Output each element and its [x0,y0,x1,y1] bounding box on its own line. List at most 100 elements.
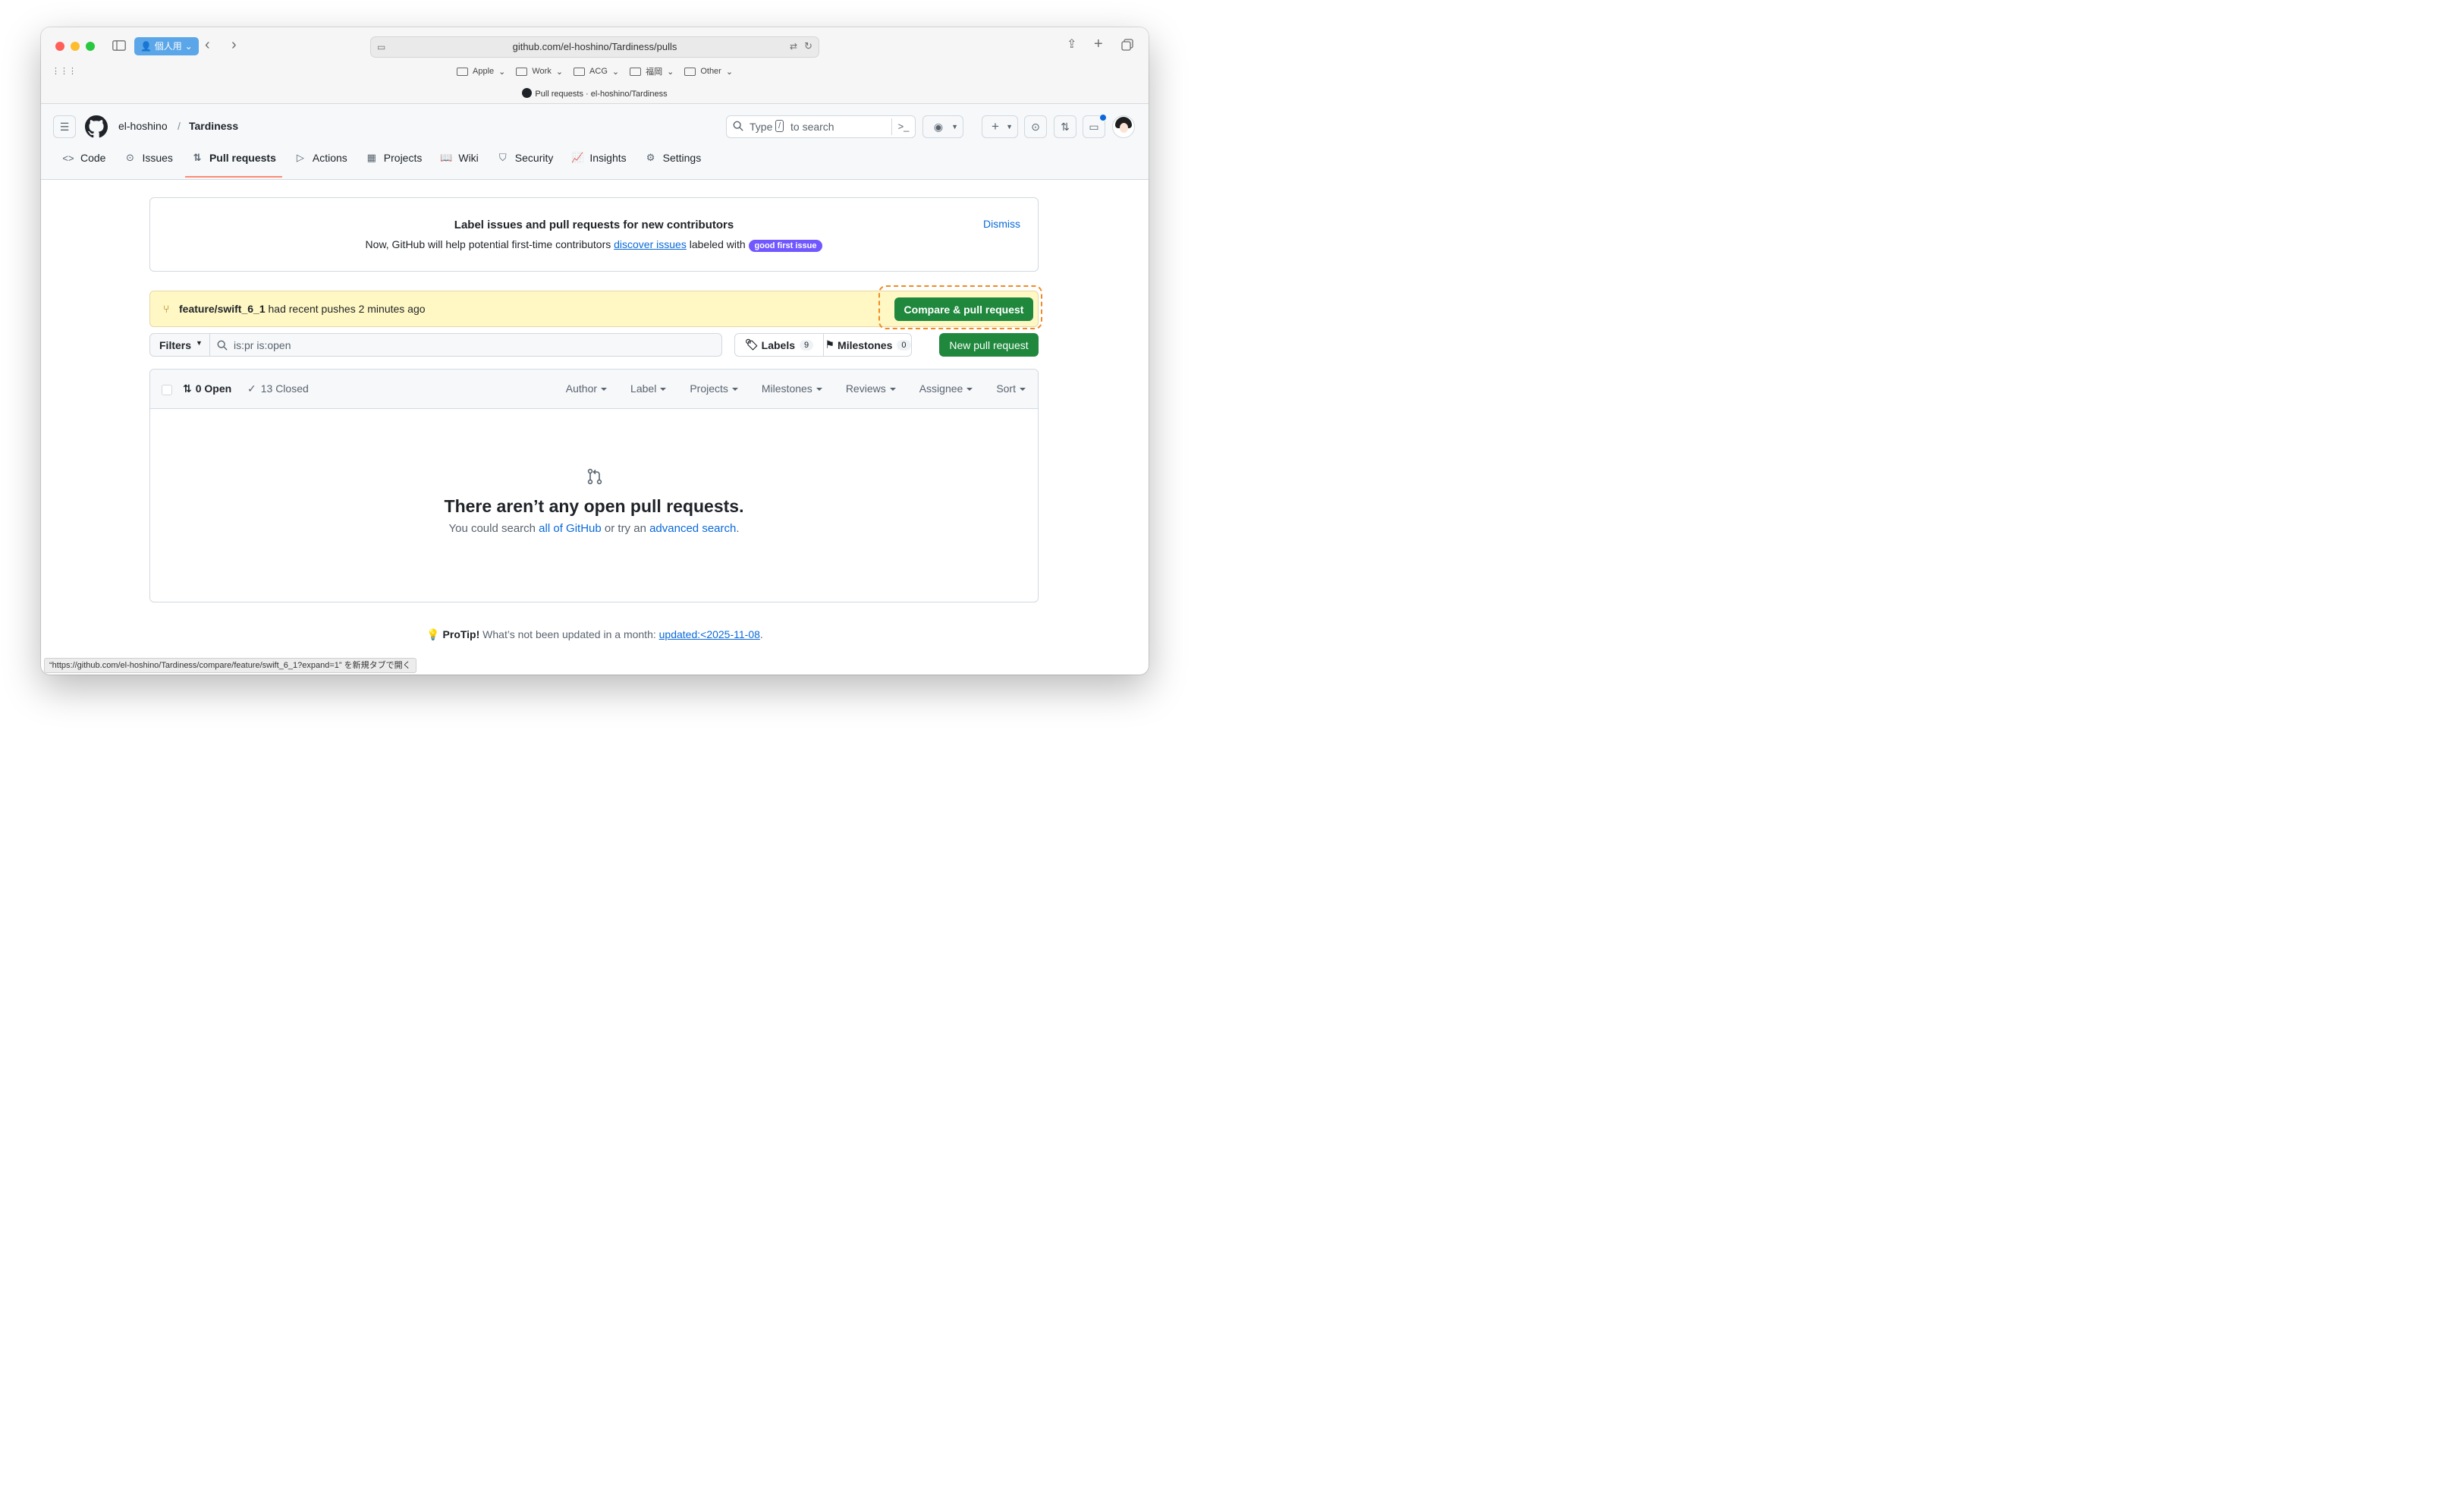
label-menu[interactable]: Label [630,382,666,395]
labels-milestones-group: 🏷 Labels 9 ⚑ Milestones 0 [734,333,912,357]
filter-query: is:pr is:open [234,339,291,351]
empty-state-title: There aren’t any open pull requests. [444,496,744,516]
bookmark-other[interactable]: Other ⌄ [684,65,733,77]
profile-pill[interactable]: 👤 個人用 ⌄ [134,37,199,55]
url-text: github.com/el-hoshino/Tardiness/pulls [512,41,677,52]
issue-icon: ⊙ [126,152,134,163]
closed-filter-link[interactable]: ✓ 13 Closed [247,382,309,395]
inbox-button[interactable]: ▭ [1083,114,1107,138]
milestones-menu[interactable]: Milestones [762,382,822,395]
milestones-button[interactable]: ⚑ Milestones 0 [824,334,912,356]
pull-requests-button[interactable]: ⇅ [1054,115,1076,138]
discover-issues-link[interactable]: discover issues [614,238,687,250]
tab-issues[interactable]: ⊙ Issues [118,148,178,168]
unread-indicator [1099,114,1107,121]
bookmark-fukuoka[interactable]: 福岡 ⌄ [630,65,674,77]
search-placeholder-type: Type [750,121,773,133]
repo-nav: <> Code ⊙ Issues ⇅ Pull requests ▷ Actions ▦… [56,148,713,178]
projects-menu[interactable]: Projects [690,382,738,395]
facet-menus: Author Label Projects Milestones Reviews… [566,382,1026,395]
reload-icon[interactable]: ↻ [804,40,812,52]
branch-name[interactable]: feature/swift_6_1 [179,303,266,315]
tab-pull-requests[interactable]: ⇅ Pull requests [184,148,282,178]
chevron-down-icon: ⌄ [184,41,193,52]
copilot-icon: ◉ [933,120,944,133]
person-icon: 👤 [140,41,152,52]
protip: 💡 ProTip! What’s not been updated in a m… [426,628,763,640]
dismiss-button[interactable]: Dismiss [983,218,1020,230]
folder-icon [574,67,586,76]
repo-link[interactable]: Tardiness [189,120,238,132]
translate-icon[interactable]: ⇄ [790,40,797,52]
address-bar[interactable]: ▭ github.com/el-hoshino/Tardiness/pulls … [370,36,819,58]
filters-button[interactable]: Filters ▼ [149,333,210,357]
share-icon[interactable]: ⇪ [1067,39,1076,51]
tab-actions[interactable]: ▷ Actions [288,148,354,168]
sort-menu[interactable]: Sort [996,382,1026,395]
tab-insights[interactable]: 📈 Insights [565,148,632,168]
tab-overview-icon[interactable] [1121,39,1133,54]
search-icon [733,121,743,134]
profile-label: 個人用 [154,41,182,52]
issue-opened-icon: ⊙ [1031,120,1040,133]
copilot-button[interactable]: ◉ ▼ [922,115,963,138]
open-filter-link[interactable]: ⇅ 0 Open [183,382,231,395]
book-icon: 📖 [440,152,453,163]
tab-projects[interactable]: ▦ Projects [360,148,429,168]
tab-wiki[interactable]: 📖 Wiki [434,148,484,168]
tab-settings[interactable]: ⚙ Settings [639,148,708,168]
create-new-button[interactable]: + ▼ [982,115,1018,138]
highlight-annotation [878,285,1042,329]
menu-button[interactable]: ☰ [53,115,76,138]
bookmark-acg[interactable]: ACG ⌄ [574,65,619,77]
github-header: ☰ el-hoshino / Tardiness Type / to searc… [41,104,1149,180]
sidebar-toggle-icon[interactable] [112,40,126,54]
empty-state-description: You could search all of GitHub or try an… [448,522,740,535]
git-pull-request-icon: ⇅ [183,382,192,395]
advanced-search-link[interactable]: advanced search [649,522,736,535]
folder-icon [630,67,642,76]
updated-query-link[interactable]: updated:<2025-11-08 [659,628,760,640]
zoom-window-button[interactable] [86,42,95,51]
bookmark-apple[interactable]: Apple ⌄ [457,65,505,77]
avatar-face [1120,123,1128,133]
chevron-down-icon: ⌄ [498,67,506,77]
back-icon[interactable]: ‹ [205,37,210,52]
all-of-github-link[interactable]: all of GitHub [539,522,602,535]
assignee-menu[interactable]: Assignee [919,382,973,395]
tab-security[interactable]: ⛉ Security [491,148,560,168]
new-tab-icon[interactable]: + [1094,36,1103,52]
github-logo-icon[interactable] [85,115,108,142]
light-bulb-icon: 💡 [426,628,440,640]
git-pull-request-icon [586,467,604,489]
chevron-down-icon: ▼ [196,339,203,347]
grid-icon[interactable]: ⋮⋮⋮ [52,65,77,77]
search-filter-input[interactable]: is:pr is:open [209,333,722,357]
minimize-window-button[interactable] [71,42,80,51]
avatar[interactable] [1112,115,1135,138]
git-pull-request-icon: ⇅ [1061,120,1070,133]
good-first-issue-label[interactable]: good first issue [748,240,823,252]
select-all-checkbox[interactable] [162,385,172,395]
tab-code[interactable]: <> Code [56,148,112,168]
forward-icon[interactable]: › [231,37,237,52]
folder-icon [516,67,528,76]
push-message: feature/swift_6_1 had recent pushes 2 mi… [179,303,426,315]
author-menu[interactable]: Author [566,382,607,395]
bookmark-work[interactable]: Work ⌄ [516,65,563,77]
gear-icon: ⚙ [646,152,655,163]
new-pull-request-button[interactable]: New pull request [939,333,1039,357]
owner-link[interactable]: el-hoshino [118,120,168,132]
close-window-button[interactable] [55,42,64,51]
browser-window: 👤 個人用 ⌄ ‹ › ▭ github.com/el-hoshino/Tard… [41,27,1149,675]
tab-title[interactable]: Pull requests · el-hoshino/Tardiness [41,88,1149,99]
reviews-menu[interactable]: Reviews [846,382,896,395]
labels-button[interactable]: 🏷 Labels 9 [735,334,824,356]
issues-button[interactable]: ⊙ [1024,115,1047,138]
search-shortcut-key: / [775,120,784,132]
folder-icon [684,67,696,76]
command-palette-icon[interactable]: >_ [891,118,915,135]
list-header: ⇅ 0 Open ✓ 13 Closed Author Label Projects… [150,370,1038,409]
milestone-icon: ⚑ [825,338,835,351]
search-input[interactable]: Type / to search >_ [726,115,916,138]
